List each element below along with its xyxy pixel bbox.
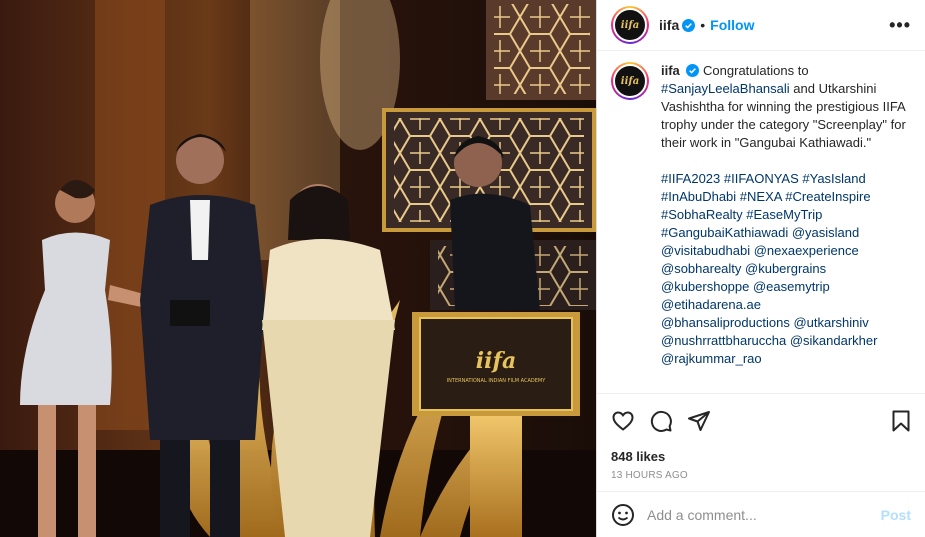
header-username[interactable]: iifa <box>659 17 679 33</box>
caption: iifa iifa Congratulations to #SanjayLeel… <box>611 62 911 392</box>
header-separator: • <box>700 17 706 33</box>
hashtag-line[interactable]: #InAbuDhabi #NEXA #CreateInspire <box>661 188 911 206</box>
post-side-panel: iifa iifa • Follow ••• iifa iifa Congrat… <box>596 0 925 537</box>
verified-badge-icon <box>686 64 700 77</box>
share-icon[interactable] <box>687 409 711 433</box>
bookmark-icon[interactable] <box>889 409 913 433</box>
caption-username[interactable]: iifa <box>661 63 680 78</box>
hashtag-line[interactable]: #IIFA2023 #IIFAONYAS #YasIsland <box>661 170 911 188</box>
hashtag-line[interactable]: @bhansaliproductions @utkarshiniv <box>661 314 911 332</box>
likes-count[interactable]: 848 likes <box>611 449 913 464</box>
comment-bar: Post <box>597 491 925 537</box>
caption-hashtags: #IIFA2023 #IIFAONYAS #YasIsland #InAbuDh… <box>661 170 911 368</box>
award-stage-illustration: iifa INTERNATIONAL INDIAN FILM ACADEMY <box>0 0 596 537</box>
action-icons <box>611 408 913 434</box>
post-actions: 848 likes 13 HOURS AGO <box>597 393 925 481</box>
comment-input[interactable] <box>647 506 869 523</box>
caption-text-1: Congratulations to <box>703 63 809 78</box>
caption-hashtag[interactable]: #SanjayLeelaBhansali <box>661 81 790 96</box>
caption-avatar-logo: iifa <box>613 64 647 98</box>
caption-avatar[interactable]: iifa <box>611 62 649 100</box>
hashtag-line[interactable]: @rajkummar_rao <box>661 350 911 368</box>
follow-button[interactable]: Follow <box>710 17 754 33</box>
hashtag-line[interactable]: @etihadarena.ae <box>661 296 911 314</box>
post-header: iifa iifa • Follow ••• <box>597 0 925 51</box>
post-button[interactable]: Post <box>881 507 911 523</box>
post-timestamp[interactable]: 13 HOURS AGO <box>611 470 913 481</box>
more-options-icon[interactable]: ••• <box>889 15 911 36</box>
hashtag-line[interactable]: @kubershoppe @easemytrip <box>661 278 911 296</box>
emoji-icon[interactable] <box>611 503 635 527</box>
podium-logo: iifa <box>476 348 516 374</box>
hashtag-line[interactable]: @visitabudhabi @nexaexperience <box>661 242 911 260</box>
podium-subtitle: INTERNATIONAL INDIAN FILM ACADEMY <box>447 378 547 384</box>
post-dialog: iifa INTERNATIONAL INDIAN FILM ACADEMY i… <box>0 0 925 537</box>
hashtag-line[interactable]: #GangubaiKathiawadi @yasisland <box>661 224 911 242</box>
avatar[interactable]: iifa <box>611 6 649 44</box>
avatar-logo: iifa <box>613 8 647 42</box>
caption-text: iifa Congratulations to #SanjayLeelaBhan… <box>661 62 911 392</box>
hashtag-line[interactable]: @sobharealty @kubergrains <box>661 260 911 278</box>
verified-badge-icon <box>682 18 696 32</box>
hashtag-line[interactable]: #SobhaRealty #EaseMyTrip <box>661 206 911 224</box>
heart-icon[interactable] <box>611 409 635 433</box>
comment-icon[interactable] <box>649 409 673 433</box>
post-photo[interactable]: iifa INTERNATIONAL INDIAN FILM ACADEMY <box>0 0 596 537</box>
hashtag-line[interactable]: @nushrrattbharuccha @sikandarkher <box>661 332 911 350</box>
